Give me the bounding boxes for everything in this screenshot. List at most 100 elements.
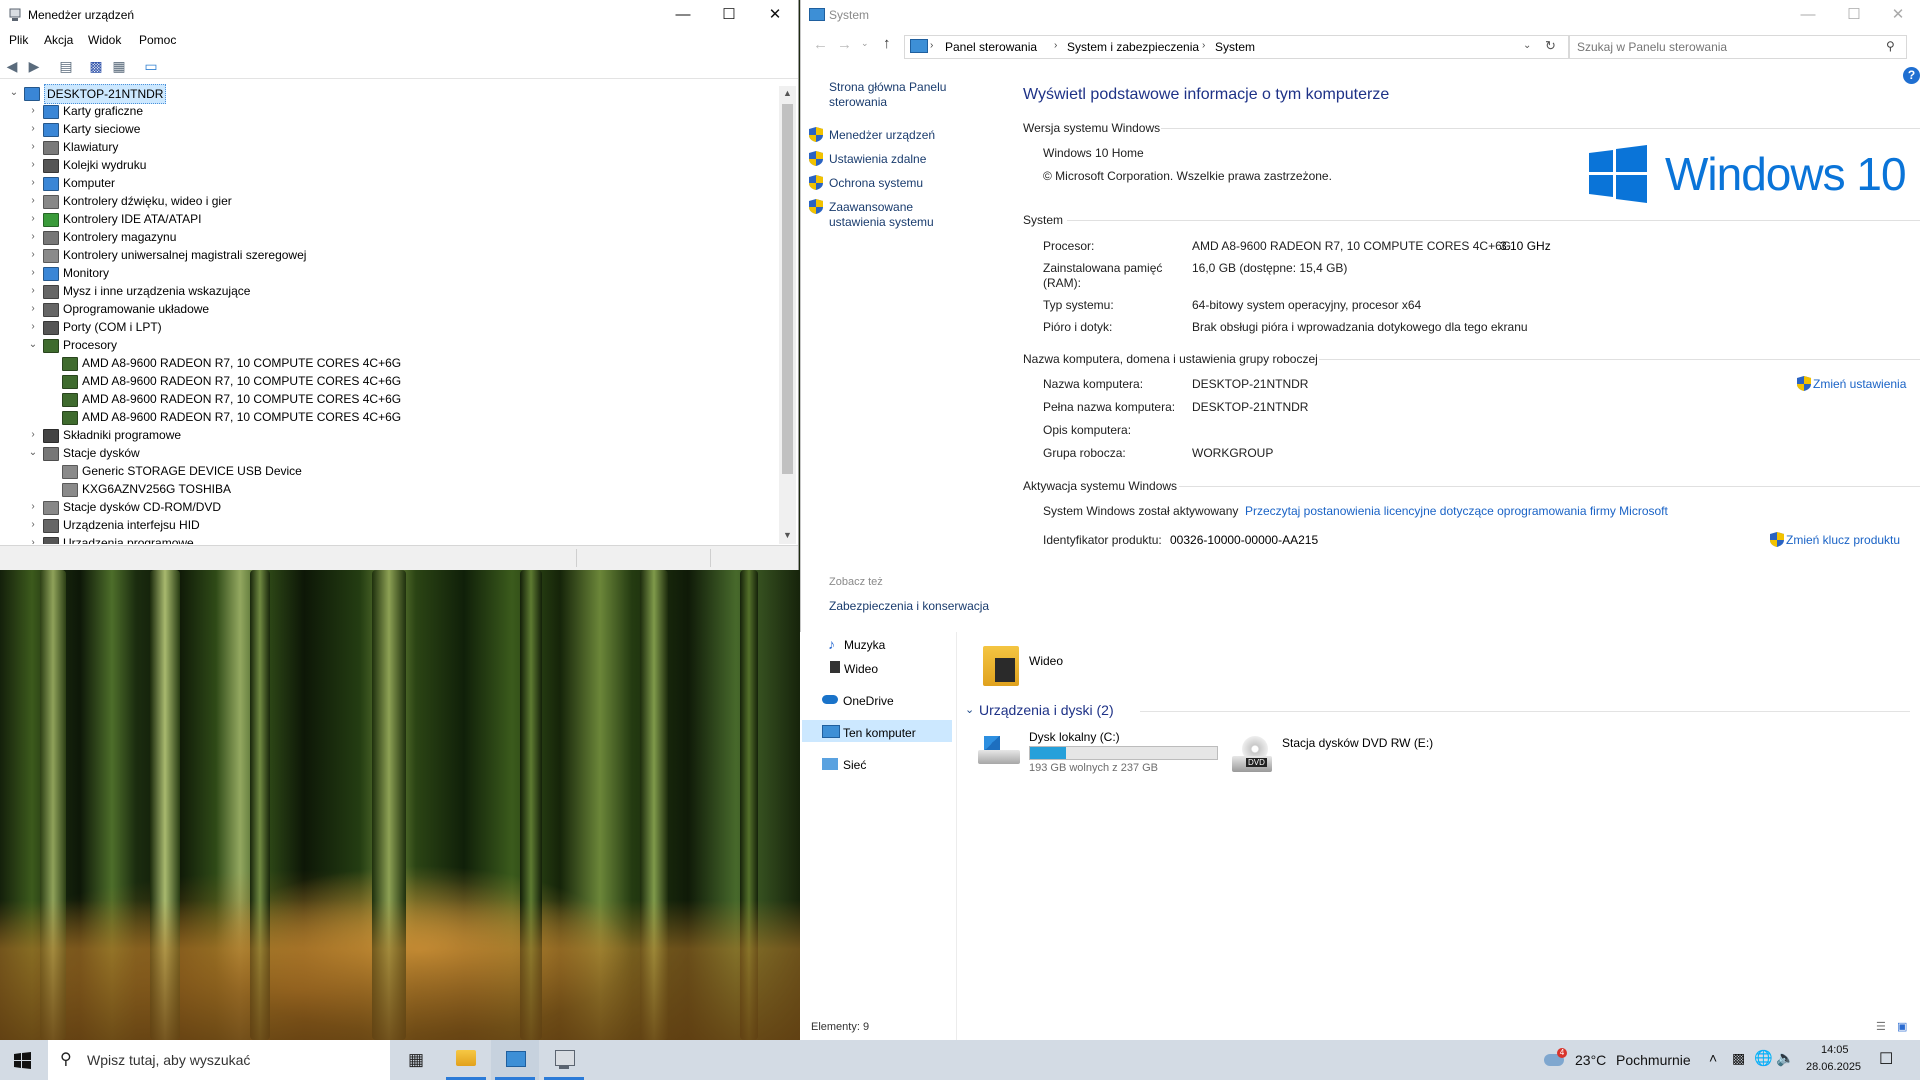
start-windows-icon[interactable] bbox=[14, 1052, 31, 1069]
search-input[interactable]: Szukaj w Panelu sterowania ⚲ bbox=[1569, 35, 1907, 59]
properties-icon[interactable]: ▤ bbox=[58, 58, 74, 74]
device-category[interactable]: › Karty graficzne bbox=[0, 102, 770, 120]
volume-icon[interactable]: 🔈 bbox=[1776, 1049, 1795, 1067]
minimize-button[interactable]: — bbox=[1785, 0, 1831, 30]
change-product-key-link[interactable]: Zmień klucz produktu bbox=[1786, 533, 1900, 547]
refresh-icon[interactable]: ↻ bbox=[1545, 38, 1556, 54]
expand-chevron-icon[interactable]: › bbox=[27, 210, 39, 228]
meet-now-icon[interactable]: ▩ bbox=[1732, 1050, 1745, 1067]
show-hidden-icons-chevron-icon[interactable]: ˄ bbox=[1709, 1050, 1717, 1066]
close-button[interactable]: ✕ bbox=[752, 0, 798, 30]
up-arrow-icon[interactable]: ↑ bbox=[883, 35, 891, 52]
scroll-up-icon[interactable]: ▲ bbox=[783, 88, 792, 98]
breadcrumb-panel-sterowania[interactable]: Panel sterowania bbox=[945, 40, 1037, 54]
breadcrumb-system[interactable]: System bbox=[1215, 40, 1255, 54]
search-icon[interactable]: ⚲ bbox=[1886, 39, 1895, 53]
device-tree-item[interactable]: KXG6AZNV256G TOSHIBA bbox=[0, 480, 770, 498]
menu-pomoc[interactable]: Pomoc bbox=[139, 33, 176, 47]
device-category[interactable]: › Oprogramowanie układowe bbox=[0, 300, 770, 318]
device-manager-taskbar-icon[interactable] bbox=[540, 1040, 588, 1080]
device-category[interactable]: › Kontrolery IDE ATA/ATAPI bbox=[0, 210, 770, 228]
clock-time[interactable]: 14:05 bbox=[1821, 1044, 1849, 1056]
license-terms-link[interactable]: Przeczytaj postanowienia licencyjne doty… bbox=[1245, 504, 1668, 518]
notifications-icon[interactable]: ☐ bbox=[1879, 1049, 1893, 1069]
address-bar[interactable]: › Panel sterowania › System i zabezpiecz… bbox=[904, 35, 1569, 59]
link-security-maintenance[interactable]: Zabezpieczenia i konserwacja bbox=[829, 599, 989, 613]
dvd-drive-icon[interactable]: DVD bbox=[1232, 736, 1272, 774]
nav-item-muzyka[interactable]: Muzyka bbox=[844, 638, 885, 652]
details-view-icon[interactable]: ☰ bbox=[1876, 1020, 1886, 1033]
recent-locations-icon[interactable]: ⌄ bbox=[861, 38, 869, 49]
scan-hardware-icon[interactable]: ▭ bbox=[143, 58, 159, 74]
link-advanced-system-settings[interactable]: Zaawansowane ustawienia systemu bbox=[829, 200, 949, 230]
back-arrow-icon[interactable]: ← bbox=[813, 36, 828, 53]
maximize-button[interactable]: ☐ bbox=[706, 0, 752, 30]
expand-chevron-icon[interactable]: › bbox=[27, 318, 39, 336]
expand-chevron-icon[interactable]: › bbox=[27, 138, 39, 156]
menu-plik[interactable]: Plik bbox=[9, 33, 28, 47]
device-category[interactable]: › Mysz i inne urządzenia wskazujące bbox=[0, 282, 770, 300]
large-icons-view-icon[interactable]: ▣ bbox=[1897, 1020, 1907, 1033]
menu-widok[interactable]: Widok bbox=[88, 33, 121, 47]
taskbar-search-input[interactable]: ⚲ Wpisz tutaj, aby wyszukać bbox=[48, 1040, 390, 1080]
help-icon[interactable]: ▩ bbox=[88, 58, 104, 74]
chevron-down-icon[interactable]: ⌄ bbox=[965, 703, 974, 716]
expand-chevron-icon[interactable]: › bbox=[27, 102, 39, 120]
local-disk-icon[interactable] bbox=[978, 732, 1020, 766]
weather-description[interactable]: Pochmurnie bbox=[1616, 1052, 1691, 1068]
control-panel-taskbar-icon[interactable] bbox=[491, 1040, 539, 1080]
device-category[interactable]: › Urządzenia programowe bbox=[0, 534, 770, 544]
expand-chevron-icon[interactable]: › bbox=[27, 246, 39, 264]
folder-wideo-label[interactable]: Wideo bbox=[1029, 654, 1063, 668]
expand-chevron-icon[interactable]: › bbox=[27, 156, 39, 174]
collapse-chevron-icon[interactable]: ⌄ bbox=[27, 444, 39, 462]
expand-chevron-icon[interactable]: › bbox=[27, 516, 39, 534]
network-globe-icon[interactable]: 🌐 bbox=[1754, 1049, 1773, 1067]
address-dropdown-icon[interactable]: ⌄ bbox=[1523, 40, 1531, 51]
clock-date[interactable]: 28.06.2025 bbox=[1806, 1061, 1861, 1073]
tree-scrollbar[interactable]: ▲ ▼ bbox=[779, 86, 796, 544]
control-panel-home-link[interactable]: Strona główna Panelu sterowania bbox=[829, 80, 949, 110]
expand-chevron-icon[interactable]: › bbox=[27, 120, 39, 138]
link-device-manager[interactable]: Menedżer urządzeń bbox=[829, 128, 935, 142]
expand-chevron-icon[interactable]: › bbox=[27, 498, 39, 516]
back-arrow-icon[interactable]: ◀ bbox=[4, 58, 20, 74]
device-category[interactable]: › Karty sieciowe bbox=[0, 120, 770, 138]
task-view-icon[interactable]: ▦ bbox=[392, 1040, 440, 1080]
nav-item-siec[interactable]: Sieć bbox=[843, 758, 866, 772]
expand-chevron-icon[interactable]: › bbox=[27, 228, 39, 246]
breadcrumb-system-i-zabezpieczenia[interactable]: System i zabezpieczenia bbox=[1067, 40, 1199, 54]
close-button[interactable]: ✕ bbox=[1875, 0, 1920, 30]
view-icon[interactable]: ▦ bbox=[111, 58, 127, 74]
file-explorer-taskbar-icon[interactable] bbox=[442, 1040, 490, 1080]
device-category[interactable]: ⌄ Stacje dysków bbox=[0, 444, 770, 462]
device-category[interactable]: › Kolejki wydruku bbox=[0, 156, 770, 174]
maximize-button[interactable]: ☐ bbox=[1831, 0, 1877, 30]
device-tree-item[interactable]: AMD A8-9600 RADEON R7, 10 COMPUTE CORES … bbox=[0, 372, 770, 390]
device-category[interactable]: › Kontrolery magazynu bbox=[0, 228, 770, 246]
device-category[interactable]: › Stacje dysków CD-ROM/DVD bbox=[0, 498, 770, 516]
device-category[interactable]: › Komputer bbox=[0, 174, 770, 192]
device-category[interactable]: › Urządzenia interfejsu HID bbox=[0, 516, 770, 534]
collapse-chevron-icon[interactable]: ⌄ bbox=[8, 84, 20, 102]
scrollbar-thumb[interactable] bbox=[782, 104, 793, 474]
link-system-protection[interactable]: Ochrona systemu bbox=[829, 176, 923, 190]
expand-chevron-icon[interactable]: › bbox=[27, 282, 39, 300]
link-remote-settings[interactable]: Ustawienia zdalne bbox=[829, 152, 926, 166]
collapse-chevron-icon[interactable]: ⌄ bbox=[27, 336, 39, 354]
devices-group-header[interactable]: Urządzenia i dyski (2) bbox=[979, 702, 1114, 718]
device-category[interactable]: ⌄ Procesory bbox=[0, 336, 770, 354]
drive-c-name[interactable]: Dysk lokalny (C:) bbox=[1029, 730, 1120, 744]
expand-chevron-icon[interactable]: › bbox=[27, 534, 39, 544]
expand-chevron-icon[interactable]: › bbox=[27, 426, 39, 444]
menu-akcja[interactable]: Akcja bbox=[44, 33, 73, 47]
change-settings-link[interactable]: Zmień ustawienia bbox=[1813, 377, 1906, 391]
weather-temperature[interactable]: 23°C bbox=[1575, 1052, 1606, 1068]
device-category[interactable]: › Porty (COM i LPT) bbox=[0, 318, 770, 336]
nav-item-ten-komputer[interactable]: Ten komputer bbox=[843, 726, 916, 740]
dvd-drive-name[interactable]: Stacja dysków DVD RW (E:) bbox=[1282, 736, 1433, 750]
scroll-down-icon[interactable]: ▼ bbox=[783, 530, 792, 540]
nav-item-onedrive[interactable]: OneDrive bbox=[843, 694, 894, 708]
video-folder-icon[interactable] bbox=[983, 646, 1019, 686]
device-category[interactable]: › Klawiatury bbox=[0, 138, 770, 156]
